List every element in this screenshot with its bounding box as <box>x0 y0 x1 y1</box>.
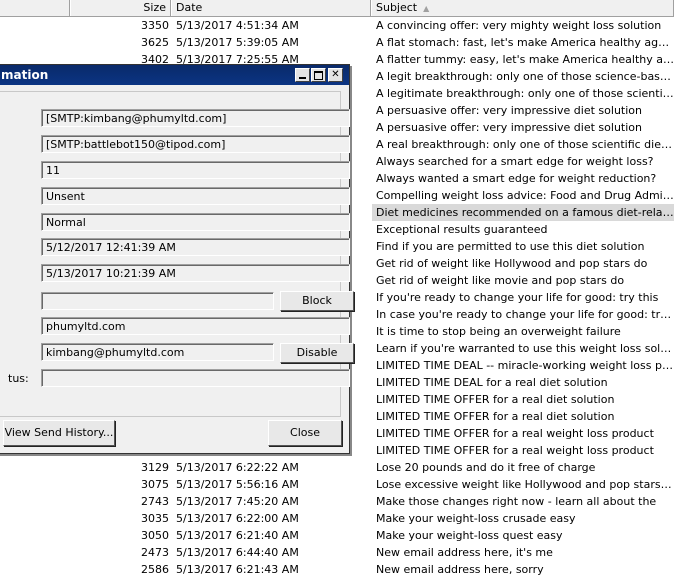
row-date-cell: 5/13/2017 6:21:40 AM <box>176 529 299 542</box>
row-subject-cell: Lose excessive weight like Hollywood and… <box>376 478 674 491</box>
table-row[interactable]: 2473 5/13/2017 6:44:40 AM New email addres… <box>0 544 674 561</box>
row-subject-cell: LIMITED TIME OFFER for a real weight los… <box>376 444 654 457</box>
row-subject-cell: It is time to stop being an overweight f… <box>376 325 621 338</box>
row-subject-cell: LIMITED TIME DEAL for a real diet soluti… <box>376 376 608 389</box>
row-subject-cell: Exceptional results guaranteed <box>376 223 548 236</box>
row-subject-cell: In case you're ready to change your life… <box>376 308 674 321</box>
account-field[interactable]: kimbang@phumyltd.com <box>41 343 274 361</box>
row-subject-cell: A flat stomach: fast, let's make America… <box>376 36 674 49</box>
row-subject-cell: Make your weight-loss quest easy <box>376 529 563 542</box>
row-date-cell: 5/13/2017 6:44:40 AM <box>176 546 299 559</box>
table-row[interactable]: 3035 5/13/2017 6:22:00 AM Make your weight… <box>0 510 674 527</box>
row-date-cell: 5/13/2017 6:21:43 AM <box>176 563 299 576</box>
row-subject-cell: Lose 20 pounds and do it free of charge <box>376 461 596 474</box>
column-header-date[interactable]: Date <box>171 0 371 16</box>
row-subject-cell: Always wanted a smart edge for weight re… <box>376 172 657 185</box>
row-subject-cell: New email address here, sorry <box>376 563 544 576</box>
row-size-cell: 3129 <box>141 461 169 474</box>
row-subject-cell: Diet medicines recommended on a famous d… <box>372 204 674 221</box>
column-header-size[interactable]: Size <box>70 0 171 16</box>
table-row[interactable]: 2586 5/13/2017 6:21:43 AM New email addres… <box>0 561 674 578</box>
row-subject-cell: A convincing offer: very mighty weight l… <box>376 19 662 32</box>
row-size-cell: 3050 <box>141 529 169 542</box>
row-subject-cell: LIMITED TIME OFFER for a real diet solut… <box>376 410 615 423</box>
row-subject-cell: Learn if you're warranted to use this we… <box>376 342 674 355</box>
table-row[interactable]: 3350 5/13/2017 4:51:34 AM A convincing off… <box>0 17 674 34</box>
maximize-icon <box>314 71 323 80</box>
row-subject-cell: Make those changes right now - learn all… <box>376 495 657 508</box>
created-date-field[interactable]: 5/12/2017 12:41:39 AM <box>41 238 350 256</box>
minimize-icon <box>299 77 306 79</box>
maximize-button[interactable] <box>311 68 326 82</box>
row-date-cell: 5/13/2017 6:22:00 AM <box>176 512 299 525</box>
row-subject-cell: Get rid of weight like Hollywood and pop… <box>376 257 648 270</box>
column-header-subject-label: Subject <box>376 1 418 14</box>
count-field[interactable]: 11 <box>41 161 350 179</box>
row-subject-cell: Find if you are permitted to use this di… <box>376 240 645 253</box>
row-subject-cell: A flatter tummy: easy, let's make Americ… <box>376 53 674 66</box>
dialog-title: mation <box>1 68 49 82</box>
table-row[interactable]: 3129 5/13/2017 6:22:22 AM Lose 20 pounds a… <box>0 459 674 476</box>
to-field[interactable]: [SMTP:battlebot150@tipod.com] <box>41 135 350 153</box>
row-size-cell: 2743 <box>141 495 169 508</box>
row-subject-cell: Compelling weight loss advice: Food and … <box>376 189 674 202</box>
row-date-cell: 5/13/2017 4:51:34 AM <box>176 19 299 32</box>
from-field[interactable]: [SMTP:kimbang@phumyltd.com] <box>41 109 350 127</box>
table-row[interactable]: 2743 5/13/2017 7:45:20 AM Make those chang… <box>0 493 674 510</box>
row-subject-cell: A real breakthrough: only one of those s… <box>376 138 674 151</box>
table-row[interactable]: 3625 5/13/2017 5:39:05 AM A flat stomach: … <box>0 34 674 51</box>
row-size-cell: 3625 <box>141 36 169 49</box>
column-header-blank[interactable] <box>0 0 70 16</box>
row-date-cell: 5/13/2017 5:56:16 AM <box>176 478 299 491</box>
minimize-button[interactable] <box>295 68 310 82</box>
row-size-cell: 3035 <box>141 512 169 525</box>
message-information-dialog: mation ✕ [SMTP:kimbang@phumyltd.com] [SM… <box>0 64 354 454</box>
close-window-button[interactable]: ✕ <box>328 68 343 82</box>
block-value-field[interactable] <box>41 292 274 310</box>
column-header-date-label: Date <box>176 1 203 14</box>
row-date-cell: 5/13/2017 7:45:20 AM <box>176 495 299 508</box>
modified-date-field[interactable]: 5/13/2017 10:21:39 AM <box>41 264 350 282</box>
column-header-subject[interactable]: Subject ▲ <box>371 0 674 16</box>
list-header: Size Date Subject ▲ <box>0 0 674 17</box>
row-subject-cell: A legit breakthrough: only one of those … <box>376 70 674 83</box>
dialog-client-area: [SMTP:kimbang@phumyltd.com] [SMTP:battle… <box>0 91 354 417</box>
row-subject-cell: Make your weight-loss crusade easy <box>376 512 576 525</box>
row-subject-cell: A legitimate breakthrough: only one of t… <box>376 87 674 100</box>
row-subject-cell: If you're ready to change your life for … <box>376 291 659 304</box>
row-size-cell: 3075 <box>141 478 169 491</box>
row-date-cell: 5/13/2017 5:39:05 AM <box>176 36 299 49</box>
row-date-cell: 5/13/2017 6:22:22 AM <box>176 461 299 474</box>
dialog-titlebar[interactable]: mation ✕ <box>0 65 349 85</box>
row-size-cell: 3350 <box>141 19 169 32</box>
disable-button[interactable]: Disable <box>280 343 354 363</box>
row-subject-cell: New email address here, it's me <box>376 546 553 559</box>
sort-ascending-icon: ▲ <box>423 4 430 13</box>
row-subject-cell: LIMITED TIME DEAL -- miracle-working wei… <box>376 359 674 372</box>
row-subject-cell: Always searched for a smart edge for wei… <box>376 155 654 168</box>
column-header-size-label: Size <box>143 1 166 14</box>
priority-field[interactable]: Normal <box>41 213 350 231</box>
view-send-history-button[interactable]: View Send History... <box>3 420 115 446</box>
status-field[interactable] <box>41 369 350 387</box>
row-size-cell: 2586 <box>141 563 169 576</box>
row-subject-cell: LIMITED TIME OFFER for a real diet solut… <box>376 393 615 406</box>
row-subject-cell: A persuasive offer: very impressive diet… <box>376 121 642 134</box>
table-row[interactable]: 3075 5/13/2017 5:56:16 AM Lose excessive w… <box>0 476 674 493</box>
row-size-cell: 2473 <box>141 546 169 559</box>
status-label: tus: <box>8 372 29 385</box>
row-subject-cell: A persuasive offer: very impressive diet… <box>376 104 642 117</box>
close-icon: ✕ <box>331 69 340 80</box>
row-subject-cell: LIMITED TIME OFFER for a real weight los… <box>376 427 654 440</box>
table-row[interactable]: 3050 5/13/2017 6:21:40 AM Make your weight… <box>0 527 674 544</box>
close-button[interactable]: Close <box>268 420 342 446</box>
domain-field[interactable]: phumyltd.com <box>41 317 350 335</box>
state-field[interactable]: Unsent <box>41 187 350 205</box>
row-subject-cell: Get rid of weight like movie and pop sta… <box>376 274 625 287</box>
block-button[interactable]: Block <box>280 291 354 311</box>
